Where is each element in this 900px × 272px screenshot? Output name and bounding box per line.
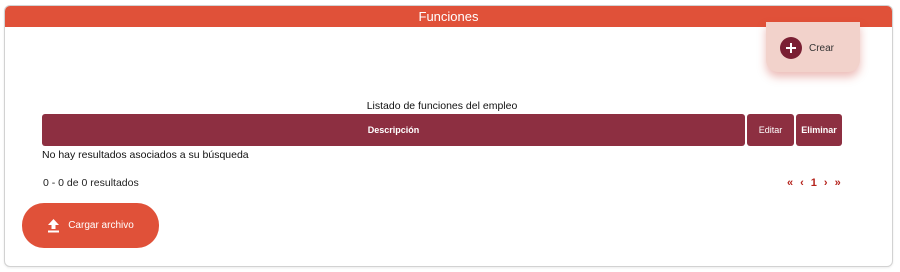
pagination: « ‹ 1 › » <box>787 177 848 189</box>
plus-circle-icon <box>780 37 802 59</box>
first-page-button[interactable]: « <box>787 177 793 189</box>
page-number-button[interactable]: 1 <box>811 177 817 189</box>
column-header-description[interactable]: Descripción <box>42 114 745 146</box>
table-header-row: Descripción Editar Eliminar <box>42 114 842 146</box>
create-button[interactable]: Crear <box>780 36 834 60</box>
upload-file-label: Cargar archivo <box>68 220 134 231</box>
panel-title: Funciones <box>5 6 892 27</box>
upload-file-button[interactable]: Cargar archivo <box>22 203 159 248</box>
table-caption: Listado de funciones del empleo <box>366 100 518 112</box>
last-page-button[interactable]: » <box>835 177 841 189</box>
column-header-delete: Eliminar <box>796 114 842 146</box>
functions-panel: Funciones Crear Listado de funciones del… <box>4 5 893 267</box>
next-page-button[interactable]: › <box>824 177 828 189</box>
results-summary: 0 - 0 de 0 resultados <box>43 177 139 189</box>
empty-results-message: No hay resultados asociados a su búsqued… <box>42 149 249 161</box>
prev-page-button[interactable]: ‹ <box>800 177 804 189</box>
column-header-edit: Editar <box>747 114 794 146</box>
upload-icon <box>47 218 60 233</box>
create-button-label: Crear <box>809 42 835 54</box>
create-button-container: Crear <box>766 22 860 72</box>
